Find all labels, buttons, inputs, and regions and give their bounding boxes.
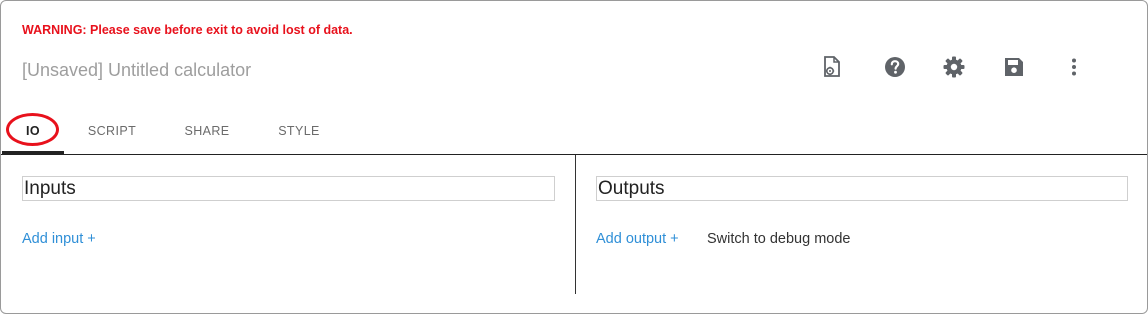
tab-style[interactable]: STYLE xyxy=(265,111,333,151)
save-icon[interactable] xyxy=(1002,55,1026,79)
unsaved-warning: WARNING: Please save before exit to avoi… xyxy=(22,23,353,37)
outputs-heading: Outputs xyxy=(596,176,1128,201)
settings-icon[interactable] xyxy=(942,55,966,79)
tabs-divider xyxy=(1,154,1147,155)
tab-script[interactable]: SCRIPT xyxy=(77,111,147,151)
calculator-title[interactable]: [Unsaved] Untitled calculator xyxy=(22,60,251,81)
debug-mode-toggle[interactable]: Switch to debug mode xyxy=(707,231,850,247)
script-file-icon[interactable] xyxy=(820,55,844,79)
more-vert-icon[interactable] xyxy=(1062,55,1086,79)
calculator-editor-window: WARNING: Please save before exit to avoi… xyxy=(0,0,1148,314)
tab-io[interactable]: IO xyxy=(2,111,64,151)
help-icon[interactable] xyxy=(883,55,907,79)
add-input-button[interactable]: Add input + xyxy=(22,231,96,247)
tab-share[interactable]: SHARE xyxy=(173,111,241,151)
add-output-button[interactable]: Add output + xyxy=(596,231,679,247)
inputs-heading: Inputs xyxy=(22,176,555,201)
column-divider xyxy=(575,155,576,294)
